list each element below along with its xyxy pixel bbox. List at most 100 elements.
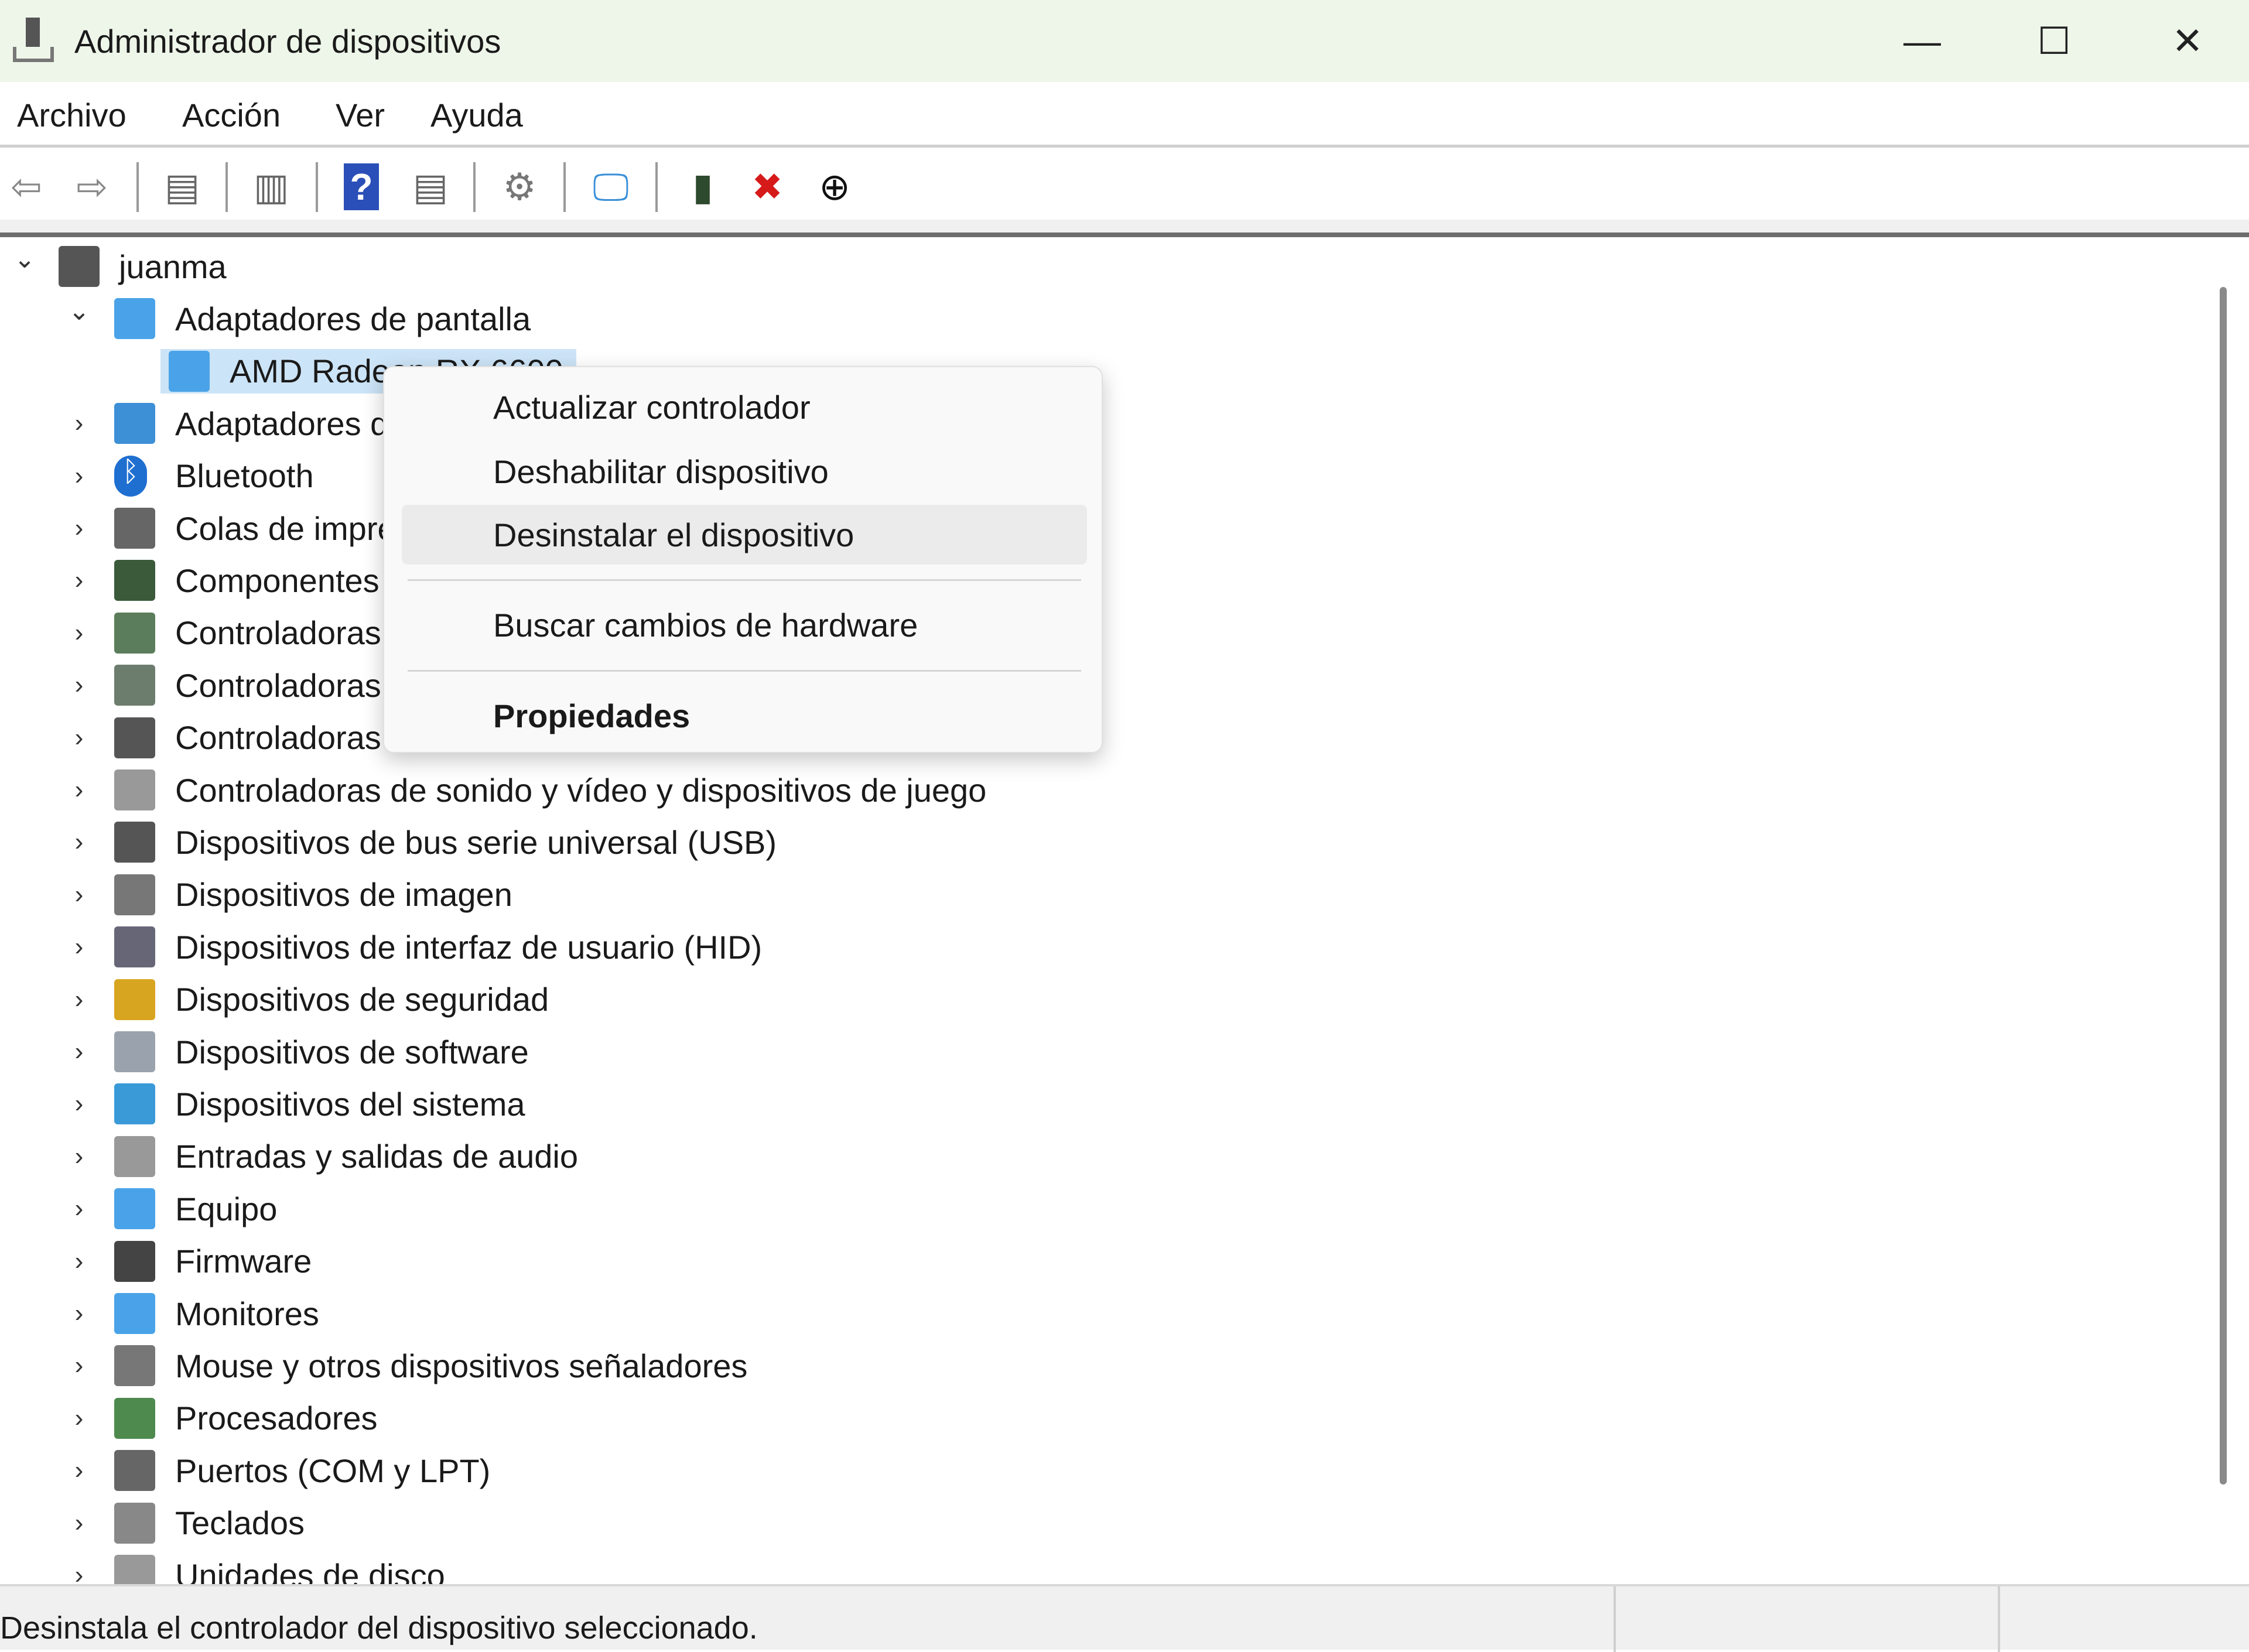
network-adapter-icon (114, 403, 155, 444)
speaker-icon (114, 769, 155, 810)
usb-device-icon (114, 822, 155, 863)
chevron-down-icon[interactable]: ⌄ (10, 244, 39, 274)
chevron-right-icon[interactable]: › (64, 1404, 94, 1433)
tree-item[interactable]: › Unidades de disco (0, 1551, 2167, 1587)
chevron-right-icon[interactable]: › (64, 1089, 94, 1119)
tree-item[interactable]: › Monitores (0, 1289, 2167, 1338)
tree-item[interactable]: ⌄ Adaptadores de pantalla (0, 294, 2167, 343)
printer-icon (114, 508, 155, 549)
display-adapter-icon (114, 298, 155, 340)
tree-item[interactable]: › Teclados (0, 1499, 2167, 1548)
chevron-right-icon[interactable]: › (64, 409, 94, 438)
chevron-right-icon[interactable]: › (64, 985, 94, 1014)
chevron-right-icon[interactable]: › (64, 1142, 94, 1171)
ide-controller-icon (114, 612, 155, 654)
chevron-right-icon[interactable]: › (64, 1561, 94, 1587)
hid-icon (114, 926, 155, 968)
tree-item-label: Dispositivos de interfaz de usuario (HID… (175, 928, 763, 966)
window-title: Administrador de dispositivos (74, 23, 501, 60)
tree-item-label: Puertos (COM y LPT) (175, 1452, 491, 1489)
menu-ayuda[interactable]: Ayuda (430, 96, 523, 134)
tree-item[interactable]: › Dispositivos de bus serie universal (US… (0, 818, 2167, 867)
tree-item[interactable]: › Firmware (0, 1237, 2167, 1286)
enable-device-icon[interactable]: ▮ (676, 163, 729, 210)
toolbar-divider (0, 220, 2249, 237)
tree-item-label: Entradas y salidas de audio (175, 1138, 578, 1175)
status-bar: Desinstala el controlador del dispositiv… (0, 1584, 2249, 1652)
tree-item[interactable]: › Dispositivos de interfaz de usuario (HI… (0, 922, 2167, 972)
chevron-right-icon[interactable]: › (64, 1509, 94, 1538)
menu-accion[interactable]: Acción (182, 96, 281, 134)
menu-item-scan-hardware[interactable]: Buscar cambios de hardware (493, 606, 918, 644)
chevron-right-icon[interactable]: › (64, 1456, 94, 1485)
tree-item[interactable]: › Controladoras de sonido y vídeo y dispo… (0, 765, 2167, 815)
system-folder-icon (114, 1083, 155, 1125)
status-divider (1998, 1586, 2000, 1652)
menu-item-properties[interactable]: Propiedades (493, 697, 690, 735)
chevron-right-icon[interactable]: › (64, 827, 94, 857)
chevron-right-icon[interactable]: › (64, 1351, 94, 1380)
chevron-right-icon[interactable]: › (64, 1247, 94, 1276)
toolbar-separator (225, 162, 228, 212)
chevron-right-icon[interactable]: › (64, 566, 94, 595)
tree-item-label: Controladoras de sonido y vídeo y dispos… (175, 771, 987, 809)
port-icon (114, 1450, 155, 1492)
scan-hardware-icon[interactable]: 🖵 (585, 163, 637, 210)
back-arrow-icon[interactable]: ⇦ (0, 163, 53, 210)
chevron-right-icon[interactable]: › (64, 723, 94, 753)
chevron-right-icon[interactable]: › (64, 461, 94, 491)
properties-icon[interactable]: ▥ (245, 163, 298, 210)
tree-item[interactable]: › Equipo (0, 1184, 2167, 1233)
disable-device-icon[interactable]: ⊕ (808, 163, 861, 210)
tree-item-label: Dispositivos del sistema (175, 1085, 525, 1123)
camera-icon (114, 874, 155, 915)
status-text: Desinstala el controlador del dispositiv… (0, 1610, 758, 1646)
chevron-right-icon[interactable]: › (64, 1299, 94, 1328)
tree-item[interactable]: › Dispositivos de seguridad (0, 975, 2167, 1024)
tree-root[interactable]: ⌄ juanma (0, 242, 2167, 291)
menu-archivo[interactable]: Archivo (17, 96, 127, 134)
show-action-pane-icon[interactable]: ▤ (404, 163, 457, 210)
chevron-right-icon[interactable]: › (64, 932, 94, 962)
tree-item-label: Mouse y otros dispositivos señaladores (175, 1347, 748, 1384)
chevron-right-icon[interactable]: › (64, 514, 94, 543)
chevron-right-icon[interactable]: › (64, 1194, 94, 1223)
tree-item-label: juanma (119, 248, 227, 285)
device-manager-icon (13, 18, 54, 64)
chevron-right-icon[interactable]: › (64, 1037, 94, 1066)
tree-item[interactable]: › Dispositivos de software (0, 1027, 2167, 1076)
vertical-scrollbar[interactable] (2220, 287, 2227, 1485)
update-driver-icon[interactable]: ⚙ (493, 163, 546, 210)
tree-item[interactable]: › Entradas y salidas de audio (0, 1132, 2167, 1181)
chevron-right-icon[interactable]: › (64, 671, 94, 700)
keyboard-icon (114, 1502, 155, 1544)
tree-item[interactable]: › Dispositivos del sistema (0, 1079, 2167, 1128)
menu-bar: Archivo Acción Ver Ayuda (0, 82, 2249, 148)
menu-item-disable-device[interactable]: Deshabilitar dispositivo (493, 453, 829, 491)
chevron-right-icon[interactable]: › (64, 618, 94, 648)
maximize-button[interactable]: ☐ (2019, 12, 2089, 70)
tree-item[interactable]: › Dispositivos de imagen (0, 870, 2167, 919)
show-hide-console-tree-icon[interactable]: ▤ (156, 163, 209, 210)
uninstall-device-icon[interactable]: ✖ (741, 163, 794, 210)
tree-item-label: Dispositivos de bus serie universal (USB… (175, 823, 777, 861)
tree-item[interactable]: › Puertos (COM y LPT) (0, 1446, 2167, 1495)
tree-item-label: Firmware (175, 1243, 312, 1280)
menu-separator (408, 670, 1081, 672)
title-bar: Administrador de dispositivos — ☐ ✕ (0, 0, 2249, 82)
menu-ver[interactable]: Ver (336, 96, 385, 134)
chevron-down-icon[interactable]: ⌄ (64, 296, 94, 326)
tree-item[interactable]: › Mouse y otros dispositivos señaladores (0, 1341, 2167, 1390)
chevron-right-icon[interactable]: › (64, 880, 94, 909)
software-component-icon (114, 560, 155, 601)
tree-item[interactable]: › Procesadores (0, 1394, 2167, 1443)
monitor-icon (114, 1293, 155, 1334)
menu-item-uninstall-device[interactable]: Desinstalar el dispositivo (493, 516, 854, 554)
forward-arrow-icon[interactable]: ⇨ (66, 163, 118, 210)
context-menu: Actualizar controlador Deshabilitar disp… (383, 366, 1103, 753)
minimize-button[interactable]: — (1887, 12, 1957, 70)
help-icon[interactable]: ? (344, 163, 379, 210)
close-button[interactable]: ✕ (2152, 12, 2223, 70)
chevron-right-icon[interactable]: › (64, 775, 94, 805)
menu-item-update-driver[interactable]: Actualizar controlador (493, 388, 811, 426)
